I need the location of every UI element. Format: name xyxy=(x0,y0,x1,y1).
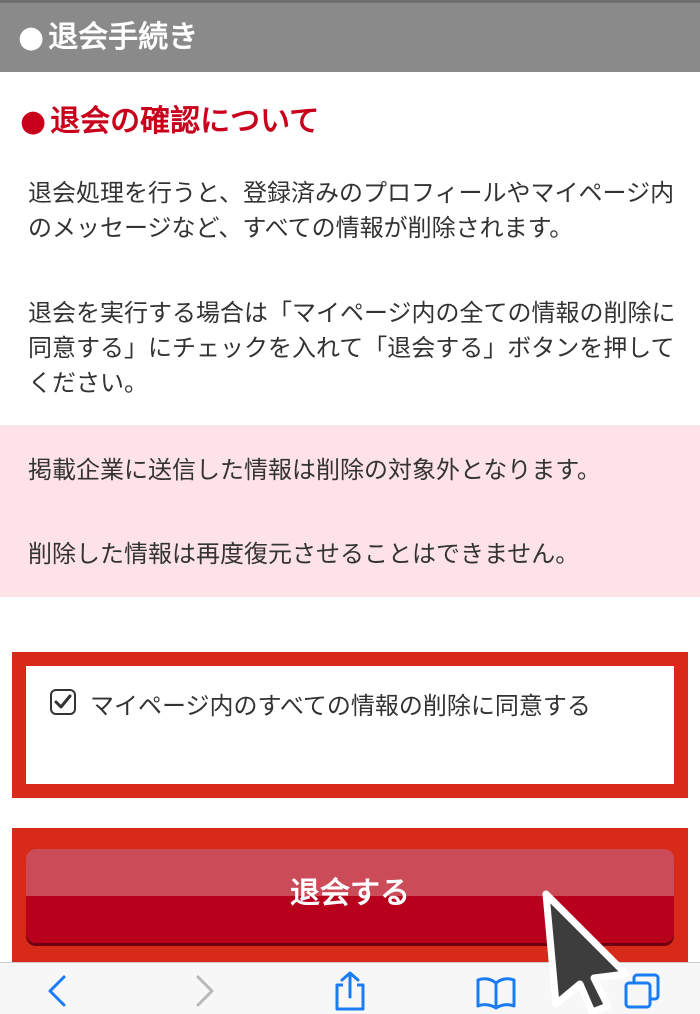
bullet-icon: ● xyxy=(20,104,47,139)
pointer-cursor-icon xyxy=(542,890,630,1014)
instruction-paragraph: 退会を実行する場合は「マイページ内の全ての情報の削除に同意する」にチェックを入れ… xyxy=(28,299,676,397)
bookmarks-icon[interactable] xyxy=(476,971,516,1011)
description-paragraph: 退会処理を行うと、登録済みのプロフィールやマイページ内のメッセージなど、すべての… xyxy=(28,179,675,242)
agree-checkbox-label[interactable]: マイページ内のすべての情報の削除に同意する xyxy=(90,684,650,728)
page-header: ● 退会手続き xyxy=(0,0,700,72)
page-title: 退会手続き xyxy=(48,20,199,55)
agree-checkbox[interactable] xyxy=(50,689,76,715)
notice-box: 掲載企業に送信した情報は削除の対象外となります。 削除した情報は再度復元させるこ… xyxy=(0,425,700,597)
notice-line: 削除した情報は再度復元させることはできません。 xyxy=(28,540,580,568)
share-icon[interactable] xyxy=(330,971,370,1011)
notice-line: 掲載企業に送信した情報は削除の対象外となります。 xyxy=(28,456,601,484)
section-title-text: 退会の確認について xyxy=(50,104,320,139)
section-heading: ● 退会の確認について xyxy=(20,96,319,140)
forward-icon[interactable] xyxy=(184,971,224,1011)
checkmark-icon xyxy=(54,694,72,709)
bullet-icon: ● xyxy=(18,20,45,55)
back-icon[interactable] xyxy=(38,971,78,1011)
